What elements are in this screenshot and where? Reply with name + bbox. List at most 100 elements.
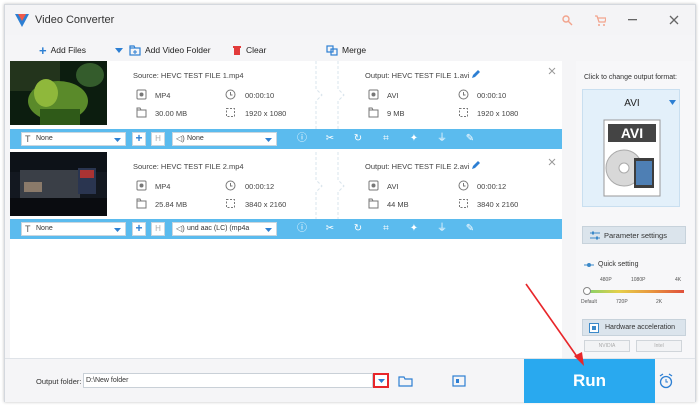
output-format-name: AVI	[624, 98, 640, 109]
clear-button[interactable]: Clear	[232, 43, 266, 57]
remove-file-icon[interactable]	[548, 158, 556, 166]
add-video-folder-button[interactable]: Add Video Folder	[129, 43, 211, 57]
cart-icon[interactable]	[594, 15, 606, 26]
click-to-change-label: Click to change output format:	[584, 74, 677, 81]
subtitle-select[interactable]: T None	[21, 132, 126, 146]
subtitle-select[interactable]: T None	[21, 222, 126, 236]
audio-track-value: und aac (LC) (mp4a	[187, 225, 250, 232]
subtitle-value: None	[36, 225, 53, 232]
chevron-down-icon	[114, 228, 121, 232]
audio-track-select[interactable]: ◁) None	[172, 132, 277, 146]
avi-badge-text: AVI	[620, 125, 644, 141]
plus-icon: +	[39, 42, 47, 58]
video-thumbnail[interactable]	[10, 152, 107, 216]
add-files-button[interactable]: + Add Files	[39, 42, 87, 58]
hardware-acceleration-checkbox[interactable]	[589, 323, 599, 333]
watermark-stamp-icon[interactable]: ⏚	[436, 223, 448, 235]
format-icon	[136, 180, 147, 191]
quick-setting-icon	[584, 263, 594, 267]
output-format-selector[interactable]: AVI AVI	[582, 89, 680, 207]
text-t-icon: T	[25, 134, 31, 144]
add-files-label: Add Files	[50, 45, 87, 55]
remove-file-icon[interactable]	[548, 67, 556, 75]
output-folder-label: Output folder:	[36, 377, 82, 386]
source-resolution: 1920 x 1080	[245, 109, 287, 118]
quality-label-2k: 2K	[656, 299, 663, 305]
parameter-settings-label: Parameter settings	[604, 231, 667, 240]
quick-setting-label: Quick setting	[598, 261, 639, 268]
format-icon	[368, 180, 379, 191]
chevron-down-icon[interactable]	[115, 48, 123, 53]
audio-track-select[interactable]: ◁) und aac (LC) (mp4a	[172, 222, 277, 236]
add-subtitle-button[interactable]: +	[132, 132, 146, 146]
folder-icon	[368, 198, 379, 209]
chevron-down-icon	[265, 138, 272, 142]
file-list: Source: HEVC TEST FILE 1.mp4 MP4 00:00:1…	[10, 61, 562, 361]
open-folder-icon[interactable]	[398, 375, 413, 387]
audio-track-value: None	[187, 135, 204, 142]
crop-icon[interactable]: ⌗	[380, 133, 392, 145]
watermark-stamp-icon[interactable]: ⏚	[436, 133, 448, 145]
edit-pencil-icon[interactable]	[471, 161, 480, 170]
output-format: AVI	[387, 91, 399, 100]
merge-icon	[326, 44, 338, 56]
source-filename: Source: HEVC TEST FILE 2.mp4	[133, 162, 244, 171]
output-size: 44 MB	[387, 200, 409, 209]
scissors-icon[interactable]: ✂	[324, 133, 336, 145]
format-icon	[368, 89, 379, 100]
clock-icon	[458, 180, 469, 191]
arrow-divider-icon	[315, 152, 345, 220]
rotate-icon[interactable]: ↻	[352, 223, 364, 235]
merge-label: Merge	[342, 45, 367, 55]
subtitle-edit-icon[interactable]: ✎	[464, 133, 476, 145]
source-resolution: 3840 x 2160	[245, 200, 287, 209]
merge-button[interactable]: Merge	[326, 43, 366, 57]
chevron-down-icon	[114, 138, 121, 142]
file-browse-icon[interactable]	[452, 375, 466, 387]
chevron-down-icon	[378, 379, 385, 383]
close-icon[interactable]	[669, 15, 679, 25]
file-row[interactable]: Source: HEVC TEST FILE 2.mp4 MP4 00:00:1…	[10, 152, 562, 220]
parameter-settings-button[interactable]: Parameter settings	[582, 226, 686, 244]
resolution-icon	[459, 199, 468, 208]
rotate-icon[interactable]: ↻	[352, 133, 364, 145]
effects-wand-icon[interactable]: ✦	[408, 223, 420, 235]
folder-icon	[136, 198, 147, 209]
source-size: 25.84 MB	[155, 200, 188, 209]
output-resolution: 3840 x 2160	[477, 200, 519, 209]
output-filename: Output: HEVC TEST FILE 2.avi	[365, 162, 470, 171]
quality-label-480p: 480P	[600, 277, 612, 283]
info-icon[interactable]: ⓘ	[296, 133, 308, 145]
minimize-icon[interactable]	[628, 19, 638, 22]
key-icon[interactable]	[562, 15, 573, 26]
bottom-bar: Output folder: D:\New folder Run	[5, 358, 695, 403]
subtitle-value: None	[36, 135, 53, 142]
output-folder-dropdown[interactable]	[373, 373, 389, 388]
subtitle-edit-icon[interactable]: ✎	[464, 223, 476, 235]
scissors-icon[interactable]: ✂	[324, 223, 336, 235]
add-subtitle-button[interactable]: +	[132, 222, 146, 236]
hardsub-button[interactable]: H	[151, 222, 165, 236]
source-size: 30.00 MB	[155, 109, 188, 118]
info-icon[interactable]: ⓘ	[296, 223, 308, 235]
output-resolution: 1920 x 1080	[477, 109, 519, 118]
nvidia-button[interactable]: NVIDIA	[584, 340, 630, 352]
app-window: Video Converter + Add Files Add Video Fo…	[4, 4, 696, 403]
arrow-divider-icon	[315, 61, 345, 129]
alarm-clock-icon[interactable]	[658, 373, 674, 389]
video-thumbnail[interactable]	[10, 61, 107, 125]
hardware-acceleration-row: Hardware acceleration	[582, 319, 686, 336]
folder-plus-icon	[129, 44, 141, 56]
output-folder-input[interactable]: D:\New folder	[83, 373, 373, 388]
source-format: MP4	[155, 91, 171, 100]
file-row[interactable]: Source: HEVC TEST FILE 1.mp4 MP4 00:00:1…	[10, 61, 562, 129]
hardsub-button[interactable]: H	[151, 132, 165, 146]
effects-wand-icon[interactable]: ✦	[408, 133, 420, 145]
file-tools-bar: T None + H ◁) und aac (LC) (mp4a ⓘ ✂ ↻ ⌗…	[10, 219, 562, 239]
hardware-acceleration-label: Hardware acceleration	[605, 324, 676, 331]
edit-pencil-icon[interactable]	[471, 70, 480, 79]
quality-slider-track[interactable]	[586, 290, 684, 293]
crop-icon[interactable]: ⌗	[380, 223, 392, 235]
output-duration: 00:00:12	[477, 182, 507, 191]
intel-button[interactable]: Intel	[636, 340, 682, 352]
